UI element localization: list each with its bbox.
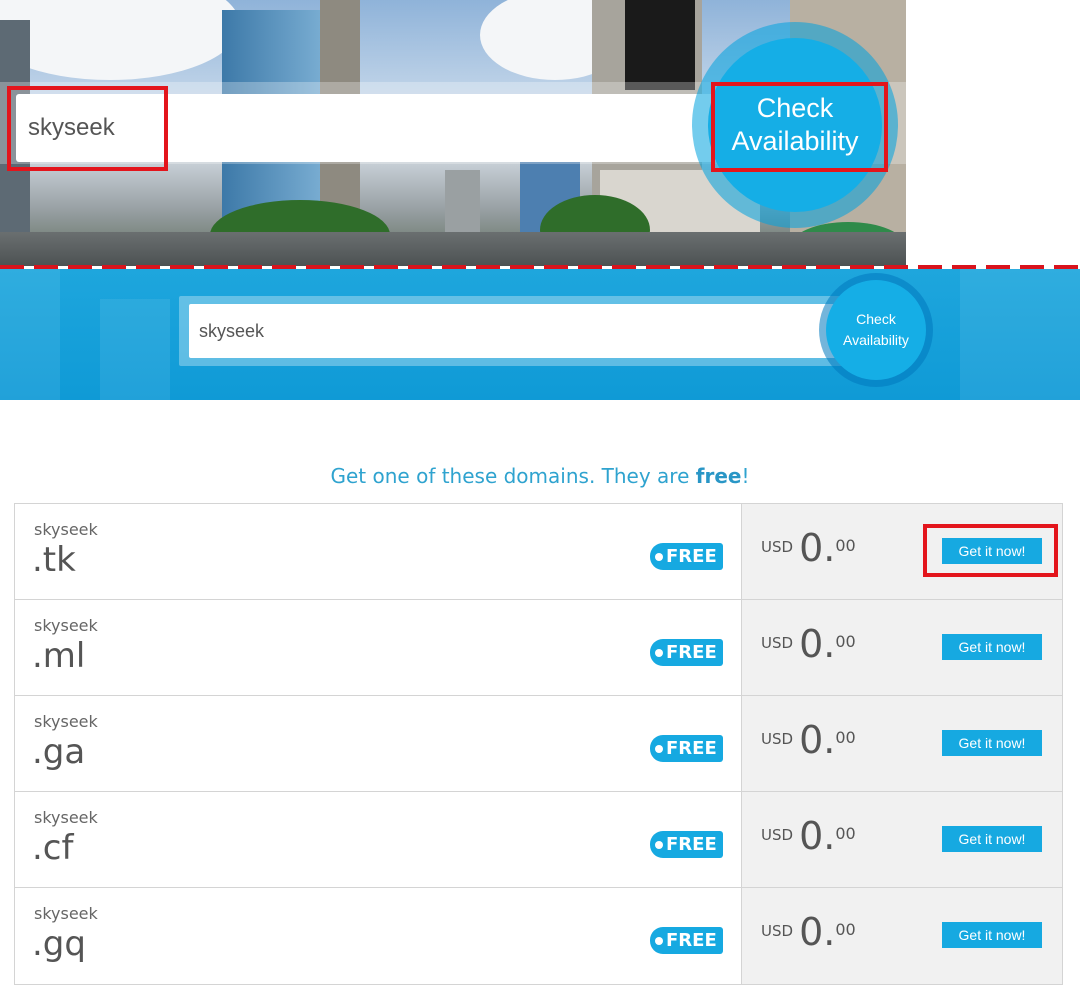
price-decimals: 00 [835, 632, 856, 651]
hero-check-label-line1: Check [756, 93, 834, 123]
price-decimals: 00 [835, 920, 856, 939]
domain-row-ml: skyseek .ml FREE USD 0. 00 Get it now! [15, 600, 1062, 696]
dot-icon [655, 840, 663, 849]
price: USD 0. 00 [761, 814, 856, 858]
price-currency: USD [761, 922, 794, 940]
domain-price-cell: USD 0. 00 Get it now! [741, 504, 1062, 599]
check-label-line2: Availability [843, 332, 909, 348]
dot-icon [655, 648, 663, 657]
domain-info-cell: skyseek .ml FREE [15, 600, 741, 695]
domain-results-table: skyseek .tk FREE USD 0. 00 Get it now! s… [14, 503, 1063, 985]
price-currency: USD [761, 538, 794, 556]
free-badge: FREE [650, 831, 723, 858]
domain-name: skyseek [34, 712, 98, 731]
cloud [0, 0, 240, 80]
price: USD 0. 00 [761, 910, 856, 954]
price: USD 0. 00 [761, 526, 856, 570]
free-badge-label: FREE [666, 642, 717, 663]
domain-info-cell: skyseek .gq FREE [15, 888, 741, 984]
free-badge: FREE [650, 543, 723, 570]
domain-search-input[interactable]: skyseek [189, 304, 839, 358]
domain-tld: .ga [32, 732, 86, 772]
get-it-now-button-ml[interactable]: Get it now! [942, 634, 1042, 660]
price: USD 0. 00 [761, 718, 856, 762]
blank-area [906, 0, 1080, 264]
domain-price-cell: USD 0. 00 Get it now! [741, 888, 1062, 984]
price-currency: USD [761, 730, 794, 748]
hero-check-availability-button[interactable]: Check Availability [708, 38, 882, 212]
free-badge-label: FREE [666, 834, 717, 855]
heading-prefix: Get one of these domains. They are [330, 464, 696, 488]
free-badge: FREE [650, 639, 723, 666]
dot-icon [655, 936, 663, 945]
price: USD 0. 00 [761, 622, 856, 666]
get-it-now-button-gq[interactable]: Get it now! [942, 922, 1042, 948]
free-badge: FREE [650, 735, 723, 762]
domain-row-ga: skyseek .ga FREE USD 0. 00 Get it now! [15, 696, 1062, 792]
search-band: skyseek Check Availability [0, 269, 1080, 400]
domain-tld: .cf [32, 828, 74, 868]
check-label-line1: Check [856, 311, 896, 327]
price-decimals: 00 [835, 728, 856, 747]
check-availability-button[interactable]: Check Availability [826, 280, 926, 380]
free-badge-label: FREE [666, 546, 717, 567]
domain-info-cell: skyseek .ga FREE [15, 696, 741, 791]
domain-price-cell: USD 0. 00 Get it now! [741, 792, 1062, 887]
free-badge: FREE [650, 927, 723, 954]
domain-tld: .gq [32, 924, 86, 964]
domain-name: skyseek [34, 904, 98, 923]
domain-tld: .tk [32, 540, 76, 580]
domain-name: skyseek [34, 616, 98, 635]
domain-tld: .ml [32, 636, 86, 676]
domain-price-cell: USD 0. 00 Get it now! [741, 600, 1062, 695]
get-it-now-button-cf[interactable]: Get it now! [942, 826, 1042, 852]
dot-icon [655, 552, 663, 561]
domain-info-cell: skyseek .cf FREE [15, 792, 741, 887]
price-integer: 0. [799, 622, 836, 666]
domain-row-tk: skyseek .tk FREE USD 0. 00 Get it now! [15, 504, 1062, 600]
billboard [625, 0, 695, 90]
domain-name: skyseek [34, 808, 98, 827]
price-integer: 0. [799, 718, 836, 762]
hero-domain-search-input[interactable]: skyseek [16, 94, 716, 162]
band-texture [0, 269, 60, 400]
free-badge-label: FREE [666, 930, 717, 951]
price-currency: USD [761, 634, 794, 652]
road [0, 232, 906, 266]
price-integer: 0. [799, 526, 836, 570]
price-currency: USD [761, 826, 794, 844]
domain-info-cell: skyseek .tk FREE [15, 504, 741, 599]
search-value: skyseek [199, 320, 265, 341]
heading-emphasis: free [695, 464, 742, 488]
get-it-now-button-ga[interactable]: Get it now! [942, 730, 1042, 756]
hero-check-label-line2: Availability [731, 126, 859, 156]
domain-row-gq: skyseek .gq FREE USD 0. 00 Get it now! [15, 888, 1062, 984]
building [445, 170, 480, 236]
domain-row-cf: skyseek .cf FREE USD 0. 00 Get it now! [15, 792, 1062, 888]
price-decimals: 00 [835, 824, 856, 843]
price-integer: 0. [799, 910, 836, 954]
hero-search-value: skyseek [28, 114, 115, 141]
domain-name: skyseek [34, 520, 98, 539]
band-texture [960, 269, 1080, 400]
heading-suffix: ! [741, 464, 750, 488]
price-integer: 0. [799, 814, 836, 858]
free-badge-label: FREE [666, 738, 717, 759]
price-decimals: 00 [835, 536, 856, 555]
free-domains-heading: Get one of these domains. They are free! [0, 464, 1080, 488]
dot-icon [655, 744, 663, 753]
band-texture [100, 299, 170, 400]
domain-price-cell: USD 0. 00 Get it now! [741, 696, 1062, 791]
get-it-now-button-tk[interactable]: Get it now! [942, 538, 1042, 564]
